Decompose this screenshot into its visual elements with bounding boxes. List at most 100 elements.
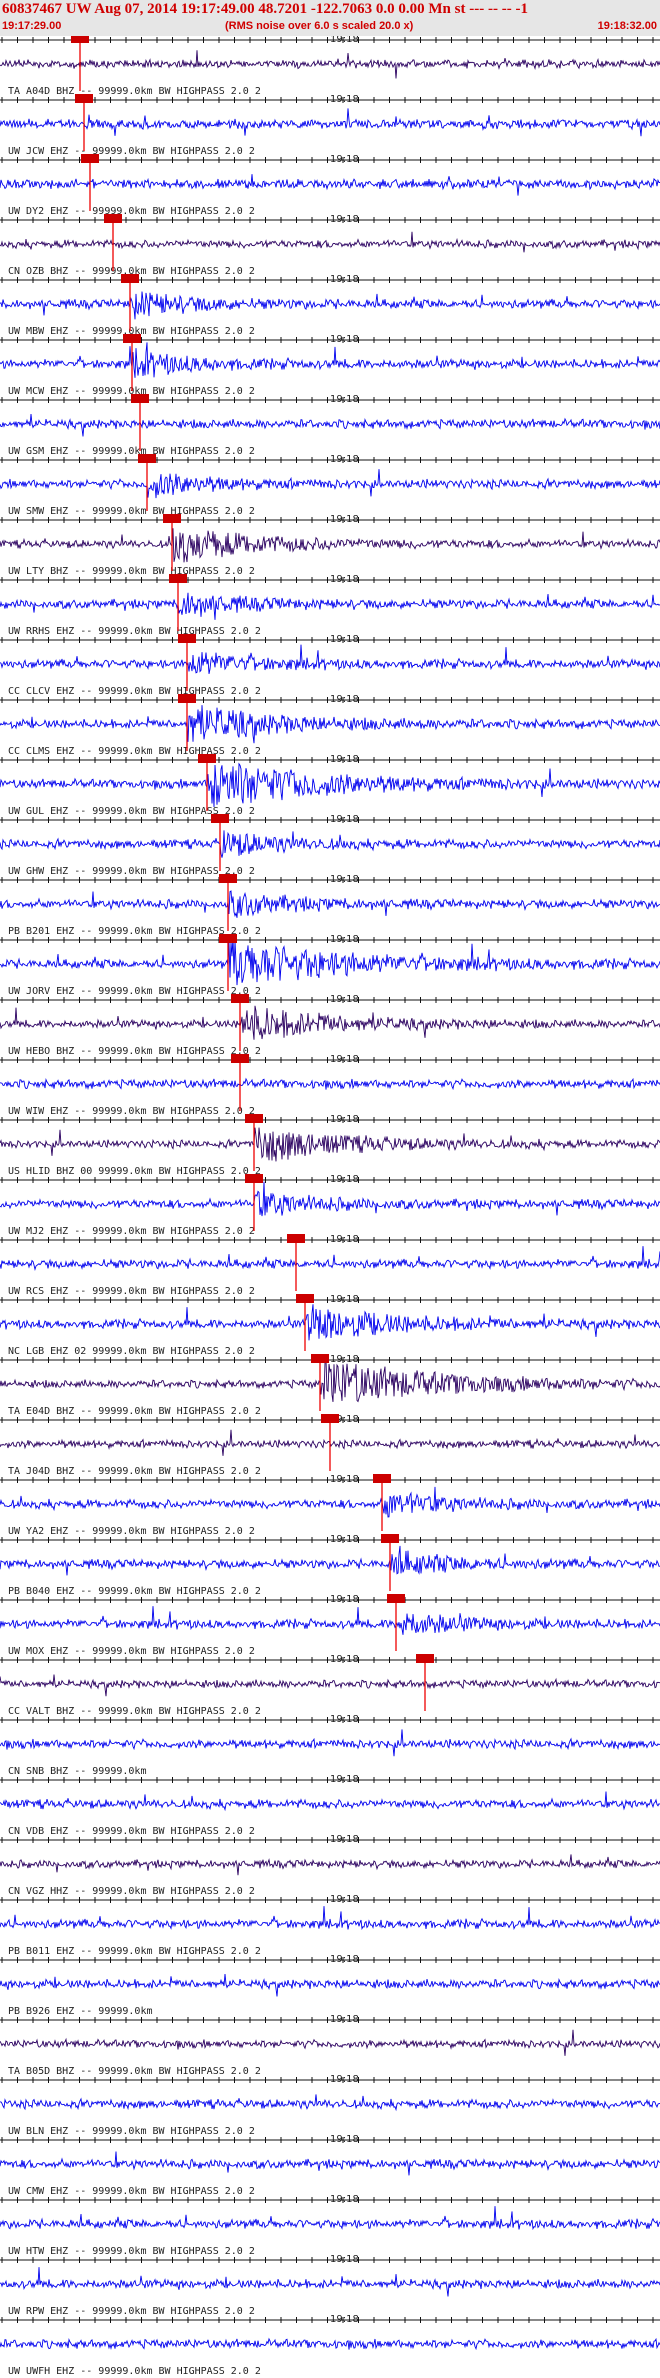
channel-label: UW HTW EHZ -- 99999.0km BW HIGHPASS 2.0 … xyxy=(8,2246,255,2257)
trace-row: 19:18PB B201 EHZ -- 99999.0km BW HIGHPAS… xyxy=(0,874,660,937)
pick-flag xyxy=(287,1234,305,1243)
waveform xyxy=(0,1304,660,1341)
minute-label: 19:18 xyxy=(330,2014,359,2025)
channel-label: US HLID BHZ 00 99999.0km BW HIGHPASS 2.0… xyxy=(8,1166,261,1177)
minute-label: 19:18 xyxy=(330,1174,359,1185)
trace-row: 19:18 UW RRHS EHZ -- 99999.0km BW HIGHPAS… xyxy=(0,574,660,637)
waveform xyxy=(0,1674,660,1697)
trace-row: 19:18UW MCW EHZ -- 99999.0km BW HIGHPASS… xyxy=(0,334,660,397)
waveform xyxy=(0,2029,660,2056)
minute-label: 19:18 xyxy=(330,1894,359,1905)
waveform xyxy=(0,50,660,79)
event-title: 60837467 UW Aug 07, 2014 19:17:49.00 48.… xyxy=(2,1,528,17)
channel-label: UW RPW EHZ -- 99999.0km BW HIGHPASS 2.0 … xyxy=(8,2306,255,2317)
channel-label: UW RCS EHZ -- 99999.0km BW HIGHPASS 2.0 … xyxy=(8,1286,255,1297)
trace-row: 19:18 UW HTW EHZ -- 99999.0km BW HIGHPASS… xyxy=(0,2194,660,2257)
channel-label: CN VGZ HHZ -- 99999.0km BW HIGHPASS 2.0 … xyxy=(8,1886,255,1897)
pick-flag xyxy=(373,1474,391,1483)
waveform xyxy=(0,2337,660,2351)
pick-flag xyxy=(131,394,149,403)
pick-flag xyxy=(178,634,196,643)
pick-flag xyxy=(211,814,229,823)
minute-label: 19:18 xyxy=(330,1354,359,1365)
waveform xyxy=(0,762,660,808)
waveform xyxy=(0,414,660,437)
minute-label: 19:18 xyxy=(330,94,359,105)
pick-flag xyxy=(138,454,156,463)
channel-label: PB B011 EHZ -- 99999.0km BW HIGHPASS 2.0… xyxy=(8,1946,261,1957)
pick-flag xyxy=(296,1294,314,1303)
pick-flag xyxy=(198,754,216,763)
trace-row: 19:18 UW JORV EHZ -- 99999.0km BW HIGHPAS… xyxy=(0,934,660,997)
pick-flag xyxy=(231,1054,249,1063)
channel-label: UW HEBO BHZ -- 99999.0km BW HIGHPASS 2.0… xyxy=(8,1046,261,1057)
pick-flag xyxy=(169,574,187,583)
trace-row: 19:18 UW LTY BHZ -- 99999.0km BW HIGHPASS… xyxy=(0,514,660,577)
waveform xyxy=(0,705,660,744)
minute-label: 19:18 xyxy=(330,874,359,885)
pick-flag xyxy=(178,694,196,703)
waveform xyxy=(0,1181,660,1217)
waveform xyxy=(0,2206,660,2231)
trace-row: 19:18 PB B011 EHZ -- 99999.0km BW HIGHPAS… xyxy=(0,1894,660,1957)
minute-label: 19:18 xyxy=(330,1594,359,1605)
trace-row: 19:18 CN SNB BHZ -- 99999.0km xyxy=(0,1714,660,1777)
trace-row: 19:18 CN VDB EHZ -- 99999.0km BW HIGHPASS… xyxy=(0,1774,660,1837)
minute-label: 19:18 xyxy=(330,36,359,45)
trace-row: 19:18TA J04D BHZ -- 99999.0km BW HIGHPAS… xyxy=(0,1414,660,1477)
waveform xyxy=(0,644,660,674)
minute-label: 19:18 xyxy=(330,1114,359,1125)
minute-label: 19:18 xyxy=(330,1954,359,1965)
waveform xyxy=(0,1486,660,1518)
channel-label: UW YA2 EHZ -- 99999.0km BW HIGHPASS 2.0 … xyxy=(8,1526,255,1537)
trace-row: 19:18 UW CMW EHZ -- 99999.0km BW HIGHPASS… xyxy=(0,2134,660,2197)
channel-label: UW UWFH EHZ -- 99999.0km BW HIGHPASS 2.0… xyxy=(8,2366,261,2377)
waveform xyxy=(0,469,660,499)
trace-row: 19:18 UW MJ2 EHZ -- 99999.0km BW HIGHPASS… xyxy=(0,1174,660,1237)
trace-row: 19:18 CC CLCV EHZ -- 99999.0km BW HIGHPAS… xyxy=(0,634,660,697)
waveform xyxy=(0,108,660,137)
seismogram-panel: 19:18 TA A04D BHZ -- 99999.0km BW HIGHPAS… xyxy=(0,36,660,2377)
pick-flag xyxy=(219,934,237,943)
waveform xyxy=(0,1606,660,1635)
pick-flag xyxy=(321,1414,339,1423)
minute-label: 19:18 xyxy=(330,1834,359,1845)
waveform xyxy=(0,1246,660,1272)
waveform xyxy=(0,1359,660,1403)
channel-label: CC CLMS EHZ -- 99999.0km BW HIGHPASS 2.0… xyxy=(8,746,261,757)
minute-label: 19:18 xyxy=(330,2314,359,2325)
waveform xyxy=(0,1127,660,1162)
minute-label: 19:18 xyxy=(330,454,359,465)
trace-row: 19:18 UW BLN EHZ -- 99999.0km BW HIGHPASS… xyxy=(0,2074,660,2137)
pick-flag xyxy=(231,994,249,1003)
channel-label: NC LGB EHZ 02 99999.0km BW HIGHPASS 2.0 … xyxy=(8,1346,255,1357)
waveform xyxy=(0,1854,660,1876)
trace-row: 19:18 UW GSM EHZ -- 99999.0km BW HIGHPASS… xyxy=(0,394,660,457)
waveform xyxy=(0,1906,660,1931)
pick-flag xyxy=(245,1174,263,1183)
channel-label: TA E04D BHZ -- 99999.0km BW HIGHPASS 2.0… xyxy=(8,1406,261,1417)
pick-flag xyxy=(104,214,122,223)
minute-label: 19:18 xyxy=(330,274,359,285)
pick-flag xyxy=(75,94,93,103)
minute-label: 19:18 xyxy=(330,1714,359,1725)
trace-row: 19:18 UW DY2 EHZ -- 99999.0km BW HIGHPASS… xyxy=(0,154,660,217)
minute-label: 19:18 xyxy=(330,814,359,825)
trace-row: 19:18UW GUL EHZ -- 99999.0km BW HIGHPASS… xyxy=(0,754,660,817)
waveform xyxy=(0,2267,660,2297)
minute-label: 19:18 xyxy=(330,754,359,765)
pick-flag xyxy=(416,1654,434,1663)
minute-label: 19:18 xyxy=(330,994,359,1005)
trace-row: 19:18 UW WIW EHZ -- 99999.0km BW HIGHPASS… xyxy=(0,1054,660,1117)
minute-label: 19:18 xyxy=(330,634,359,645)
waveform xyxy=(0,830,660,858)
trace-row: 19:18UW MBW EHZ -- 99999.0km BW HIGHPASS… xyxy=(0,274,660,337)
trace-row: 19:18 PB B040 EHZ -- 99999.0km BW HIGHPAS… xyxy=(0,1534,660,1597)
minute-label: 19:18 xyxy=(330,2134,359,2145)
channel-label: UW JORV EHZ -- 99999.0km BW HIGHPASS 2.0… xyxy=(8,986,261,997)
waveform xyxy=(0,2151,660,2176)
channel-label: TA B05D BHZ -- 99999.0km BW HIGHPASS 2.0… xyxy=(8,2066,261,2077)
channel-label: CC VALT BHZ -- 99999.0km BW HIGHPASS 2.0… xyxy=(8,1706,261,1717)
channel-label: UW JCW EHZ -- 99999.0km BW HIGHPASS 2.0 … xyxy=(8,146,255,157)
end-time: 19:18:32.00 xyxy=(597,20,657,32)
